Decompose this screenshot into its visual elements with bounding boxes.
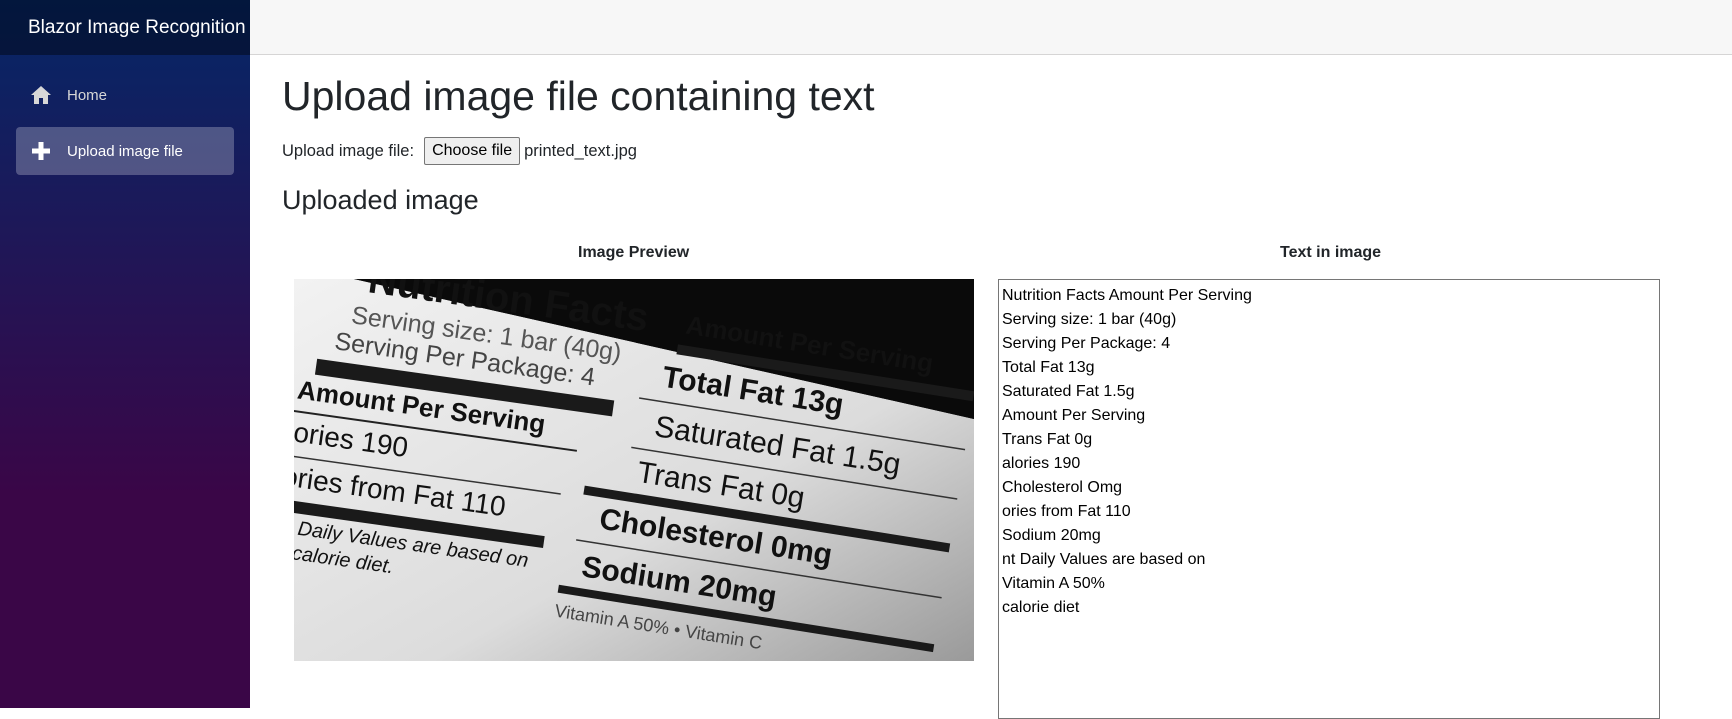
home-icon — [30, 84, 52, 106]
recognized-text-line: Vitamin A 50% — [1002, 575, 1105, 592]
text-in-image-header: Text in image — [1280, 244, 1382, 261]
recognized-text-line: Total Fat 13g — [1002, 359, 1095, 376]
brand-title[interactable]: Blazor Image Recognition — [0, 0, 250, 55]
nav-item-home-label: Home — [67, 86, 108, 104]
section-title: Uploaded image — [282, 185, 479, 215]
page-title: Upload image file containing text — [282, 73, 875, 119]
recognized-text-line: Sodium 20mg — [1002, 527, 1101, 544]
selected-file-name: printed_text.jpg — [524, 141, 637, 160]
recognized-text-line: nt Daily Values are based on — [1002, 551, 1206, 568]
recognized-text-line: Serving Per Package: 4 — [1002, 335, 1171, 352]
choose-file-button[interactable]: Choose file — [424, 137, 521, 165]
recognized-text-line: alories 190 — [1002, 455, 1081, 472]
nav-item-upload-image-file[interactable]: Upload image file — [16, 127, 234, 175]
recognized-text-line: Amount Per Serving — [1002, 407, 1146, 424]
nav-item-upload-label: Upload image file — [67, 142, 183, 160]
upload-label: Upload image file: — [282, 141, 415, 160]
image-preview-header: Image Preview — [578, 244, 690, 261]
upload-row: Upload image file: Choose file printed_t… — [282, 137, 637, 165]
recognized-text-line: Saturated Fat 1.5g — [1002, 383, 1135, 400]
recognized-text-line: calorie diet — [1002, 599, 1080, 616]
plus-icon — [30, 140, 52, 162]
sidebar: Blazor Image Recognition Home Upload ima… — [0, 0, 250, 708]
recognized-text-area[interactable]: Nutrition Facts Amount Per Serving Servin… — [998, 279, 1660, 719]
recognized-text-line: Cholesterol Omg — [1002, 479, 1123, 496]
recognized-text-line: Serving size: 1 bar (40g) — [1002, 311, 1177, 328]
recognized-text-line: ories from Fat 110 — [1002, 503, 1131, 520]
nav-item-home[interactable]: Home — [16, 71, 234, 119]
recognized-text-line: Trans Fat 0g — [1002, 431, 1093, 448]
top-bar — [250, 0, 1732, 55]
recognized-text-line: Nutrition Facts Amount Per Serving — [1002, 287, 1252, 304]
image-preview: Nutrition Facts Serving size: 1 bar (40g… — [294, 279, 974, 661]
